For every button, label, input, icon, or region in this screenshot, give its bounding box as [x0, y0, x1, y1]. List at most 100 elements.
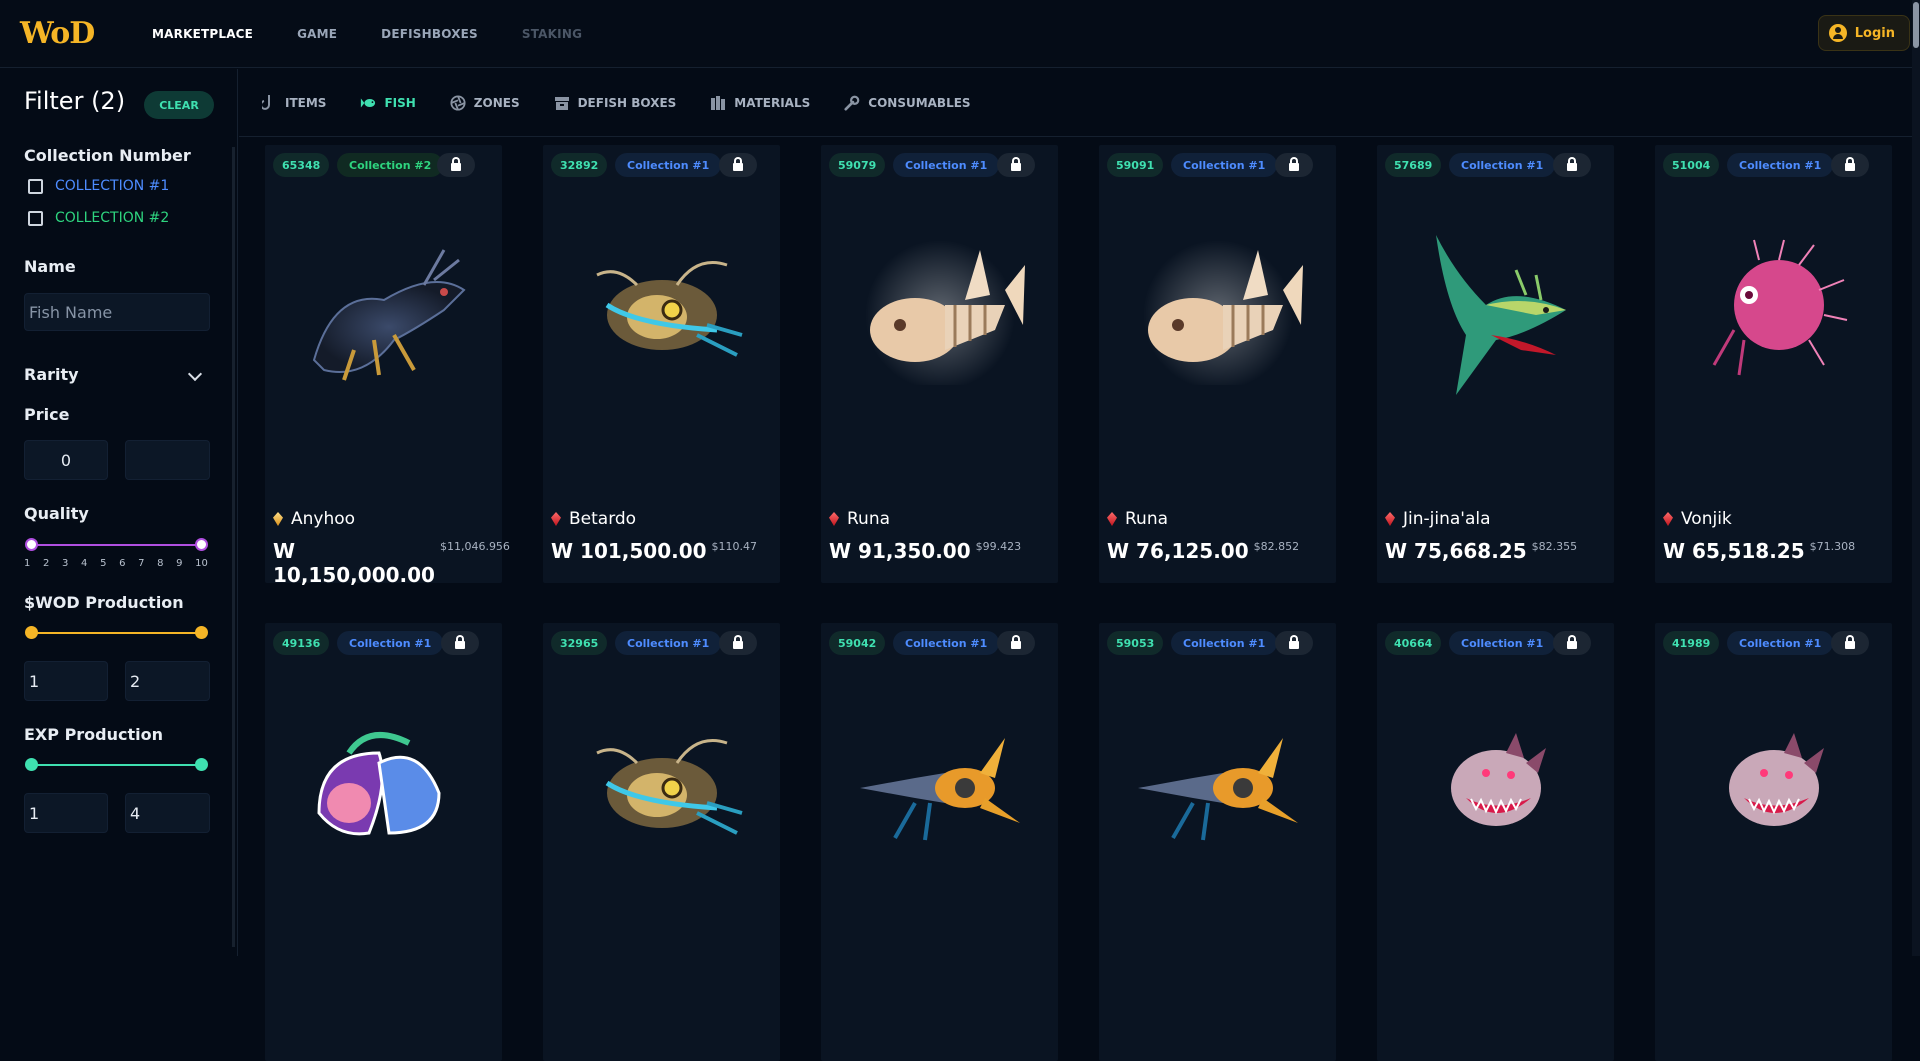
price-row: W 91,350.00 $99.423: [829, 539, 1021, 563]
price-wod: W 76,125.00: [1107, 539, 1249, 563]
quality-ticks: 1 2 3 4 5 6 7 8 9 10: [24, 558, 208, 569]
fish-card[interactable]: 59053 Collection #1: [1099, 623, 1336, 1061]
lock-icon: [1567, 157, 1577, 171]
wod-production-slider[interactable]: [25, 626, 208, 639]
fish-card[interactable]: 32965 Collection #1: [543, 623, 780, 1061]
wod-max-input[interactable]: 2: [125, 661, 210, 701]
fish-card[interactable]: 32892 Collection #1 Betardo W 101,500.00 $11…: [543, 145, 780, 583]
price-wod: W 101,500.00: [551, 539, 707, 563]
lock-icon: [451, 157, 461, 171]
tab-defish-boxes[interactable]: DEFISH BOXES: [554, 95, 677, 111]
fish-card[interactable]: 57689 Collection #1 Jin-jina'ala W 75,668.2…: [1377, 145, 1614, 583]
fish-card[interactable]: 59079 Collection #1 Runa W 91,350.00 $99.423: [821, 145, 1058, 583]
sidebar-scrollbar[interactable]: [232, 147, 235, 947]
tab-fish[interactable]: FISH: [360, 95, 416, 111]
fish-id-badge: 32965: [551, 631, 608, 655]
fish-id-badge: 51004: [1663, 153, 1720, 177]
fish-image: [1397, 693, 1594, 883]
fish-card[interactable]: 40664 Collection #1: [1377, 623, 1614, 1061]
collection-1-checkbox[interactable]: COLLECTION #1: [28, 178, 169, 194]
tab-materials[interactable]: MATERIALS: [710, 95, 810, 111]
fish-card[interactable]: 65348 Collection #2 Anyhoo W 10,150,000.00 $…: [265, 145, 510, 587]
fish-image: [841, 693, 1038, 883]
lock-badge: [441, 631, 479, 655]
exp-min-input[interactable]: 1: [24, 793, 108, 833]
lock-badge: [1275, 153, 1313, 177]
fish-id-badge: 49136: [273, 631, 330, 655]
price-min-input[interactable]: 0: [24, 440, 108, 480]
nav-game[interactable]: GAME: [297, 27, 337, 41]
wod-min-input[interactable]: 1: [24, 661, 108, 701]
tick-label: 10: [195, 558, 208, 569]
fish-image: [1119, 215, 1316, 405]
login-button[interactable]: Login: [1817, 15, 1910, 51]
tab-zones[interactable]: ZONES: [450, 94, 520, 111]
price-usd: $99.423: [975, 540, 1022, 553]
price-wod: W 75,668.25: [1385, 539, 1527, 563]
fish-name: Runa: [847, 509, 891, 529]
wod-min-handle[interactable]: [25, 626, 38, 639]
quality-max-handle[interactable]: [195, 538, 208, 551]
tab-consumables[interactable]: CONSUMABLES: [844, 95, 971, 111]
checkbox-box[interactable]: [28, 210, 43, 226]
tick-label: 6: [119, 558, 126, 569]
fish-image: [1119, 693, 1316, 883]
lock-icon: [455, 635, 465, 649]
exp-max-input[interactable]: 4: [125, 793, 210, 833]
quality-min-handle[interactable]: [25, 538, 38, 551]
exp-max-handle[interactable]: [195, 758, 208, 771]
lock-icon: [1845, 635, 1855, 649]
lock-icon: [733, 635, 743, 649]
exp-production-slider[interactable]: [25, 758, 208, 771]
quality-slider[interactable]: [25, 538, 208, 551]
price-usd: $11,046.956: [439, 540, 510, 553]
wod-max-handle[interactable]: [195, 626, 208, 639]
fish-id-badge: 57689: [1385, 153, 1442, 177]
price-wod: W 10,150,000.00: [273, 539, 435, 587]
fish-id-badge: 59091: [1107, 153, 1164, 177]
tick-label: 5: [100, 558, 107, 569]
tick-label: 7: [138, 558, 145, 569]
wod-logo[interactable]: WoD: [20, 16, 100, 51]
price-row: W 75,668.25 $82.355: [1385, 539, 1577, 563]
fish-name-input[interactable]: Fish Name: [24, 293, 210, 331]
lock-badge: [1831, 631, 1869, 655]
exp-min-handle[interactable]: [25, 758, 38, 771]
clear-button[interactable]: CLEAR: [144, 91, 214, 119]
tab-items[interactable]: ITEMS: [261, 94, 326, 111]
lock-badge: [719, 153, 757, 177]
user-icon: [1828, 24, 1847, 42]
lock-badge: [1831, 153, 1869, 177]
fish-card[interactable]: 59091 Collection #1 Runa W 76,125.00 $82.852: [1099, 145, 1336, 583]
tab-label: DEFISH BOXES: [577, 95, 677, 110]
fish-id-badge: 32892: [551, 153, 608, 177]
nav-defishboxes[interactable]: DEFISHBOXES: [381, 27, 478, 41]
fish-card[interactable]: 49136 Collection #1: [265, 623, 502, 1061]
price-max-input[interactable]: [125, 440, 210, 480]
scrollbar-thumb[interactable]: [1913, 2, 1919, 48]
lock-badge: [1553, 153, 1591, 177]
fish-name: Betardo: [569, 509, 637, 529]
nav-marketplace[interactable]: MARKETPLACE: [152, 27, 253, 41]
rarity-gem-icon: [1107, 512, 1117, 526]
fish-card[interactable]: 51004 Collection #1 Vonjik W 65,518.25 $71.3…: [1655, 145, 1892, 583]
price-usd: $110.47: [711, 540, 758, 553]
fish-name-row: Jin-jina'ala: [1385, 509, 1491, 529]
collection-number-title: Collection Number: [24, 146, 191, 165]
price-usd: $82.852: [1253, 540, 1300, 553]
checkbox-box[interactable]: [28, 178, 43, 194]
page-scrollbar[interactable]: [1912, 0, 1920, 956]
rarity-gem-icon: [829, 512, 839, 526]
fish-image: [1675, 215, 1872, 405]
fish-card[interactable]: 41989 Collection #1: [1655, 623, 1892, 1061]
fish-name-row: Anyhoo: [273, 509, 355, 529]
nav-staking[interactable]: STAKING: [522, 27, 582, 41]
tick-label: 9: [176, 558, 183, 569]
fish-card[interactable]: 59042 Collection #1: [821, 623, 1058, 1061]
fish-image: [563, 215, 760, 405]
collection-2-checkbox[interactable]: COLLECTION #2: [28, 210, 169, 226]
chevron-down-icon[interactable]: [187, 366, 203, 382]
fish-image: [1397, 215, 1594, 405]
main-nav: MARKETPLACE GAME DEFISHBOXES STAKING: [152, 27, 582, 41]
lock-icon: [1289, 635, 1299, 649]
